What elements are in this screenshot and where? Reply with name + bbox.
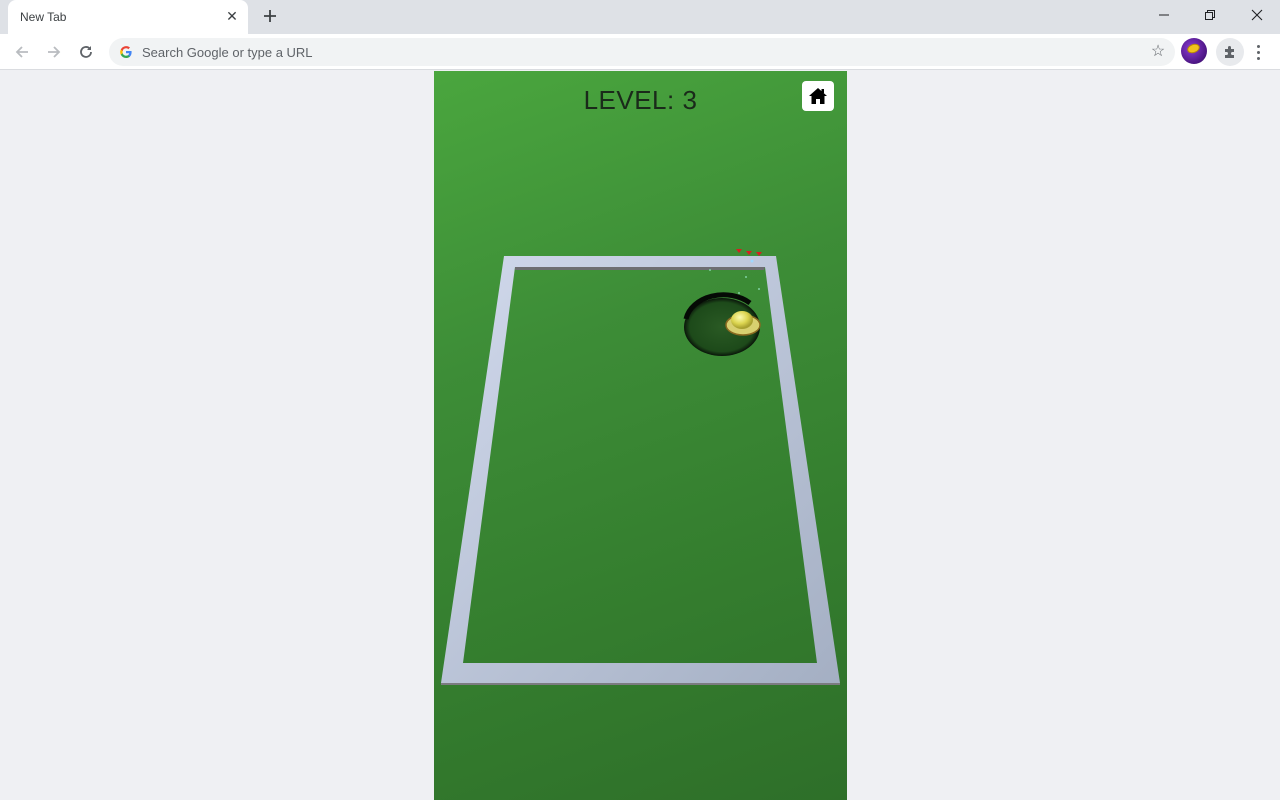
tab-new-tab[interactable]: New Tab ✕ (8, 0, 248, 34)
restore-button[interactable] (1187, 0, 1233, 30)
sparkle (709, 269, 711, 271)
omnibox[interactable]: Search Google or type a URL ☆ (109, 38, 1175, 66)
sparkle (758, 288, 760, 290)
profile-avatar[interactable] (1181, 38, 1207, 64)
particle (736, 249, 742, 253)
toolbar: Search Google or type a URL ☆ (0, 34, 1280, 70)
omnibox-placeholder: Search Google or type a URL (142, 45, 313, 60)
plus-icon (264, 10, 276, 22)
wall-shadow (515, 267, 765, 270)
sparkle (738, 292, 740, 294)
tab-strip: New Tab ✕ (0, 0, 1280, 34)
home-button[interactable] (802, 81, 834, 111)
new-tab-button[interactable] (258, 5, 282, 29)
sparkle (750, 259, 754, 263)
ball (731, 311, 753, 329)
extensions-button[interactable] (1216, 38, 1244, 66)
reload-button[interactable] (72, 38, 100, 66)
reload-icon (80, 46, 92, 58)
tab-title: New Tab (20, 10, 67, 24)
boundary-wall (441, 256, 840, 683)
particle (746, 251, 752, 255)
game-canvas[interactable]: LEVEL: 3 (434, 71, 847, 800)
particle (756, 252, 762, 256)
close-icon (1251, 9, 1263, 21)
close-icon[interactable]: ✕ (224, 8, 240, 24)
google-icon (120, 46, 132, 58)
close-window-button[interactable] (1234, 0, 1280, 30)
arrow-left-icon (15, 46, 28, 58)
back-button[interactable] (8, 38, 36, 66)
game-board (441, 249, 840, 685)
kebab-menu-icon[interactable] (1250, 38, 1266, 66)
level-value: 3 (682, 85, 698, 115)
forward-button[interactable] (40, 38, 68, 66)
level-indicator: LEVEL: 3 (434, 85, 847, 116)
sparkle (745, 276, 747, 278)
home-icon (809, 88, 827, 104)
arrow-right-icon (48, 46, 61, 58)
restore-icon (1205, 10, 1215, 20)
puzzle-icon (1225, 46, 1234, 58)
star-icon[interactable]: ☆ (1149, 43, 1167, 61)
minimize-icon (1159, 14, 1169, 16)
coin-icon (1185, 42, 1202, 55)
wall-bottom-shadow (441, 683, 840, 685)
minimize-button[interactable] (1141, 0, 1187, 30)
level-label: LEVEL: (583, 85, 675, 115)
